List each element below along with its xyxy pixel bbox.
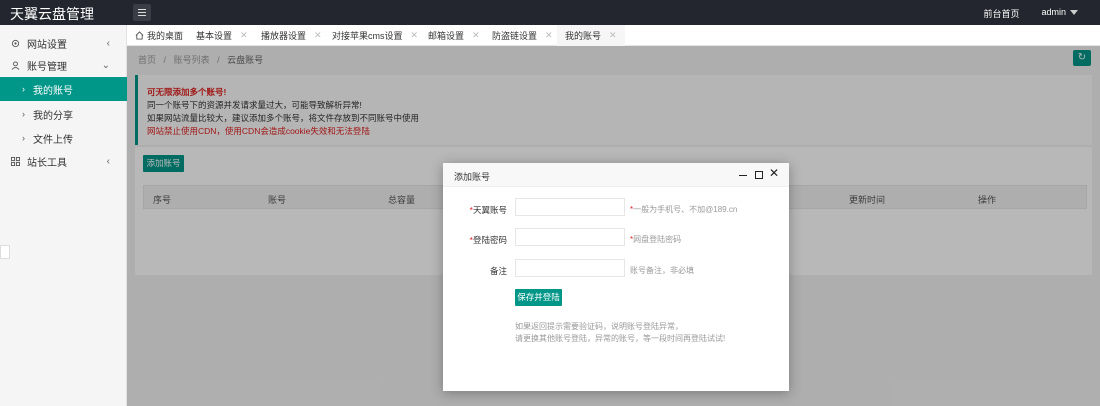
sidebar-item-label: 网站设置 bbox=[27, 39, 67, 51]
close-icon[interactable]: ✕ bbox=[240, 30, 248, 41]
close-icon[interactable]: ✕ bbox=[609, 30, 617, 41]
tab-bar: 我的桌面 基本设置 ✕ 播放器设置 ✕ 对接苹果cms设置 ✕ 邮箱设置 ✕ 防盗链设置… bbox=[127, 25, 1100, 46]
tab-label: 我的账号 bbox=[565, 31, 602, 41]
chevron-left-icon: ‹ bbox=[106, 155, 110, 167]
header-right: 前台首页 admin bbox=[983, 7, 1078, 20]
save-and-login-button[interactable]: 保存并登陆 bbox=[515, 289, 562, 306]
dialog-title: 添加账号 bbox=[443, 163, 789, 187]
home-link[interactable]: 前台首页 bbox=[983, 7, 1019, 20]
maximize-icon[interactable] bbox=[755, 171, 763, 179]
tab-email-settings[interactable]: 邮箱设置 ✕ bbox=[428, 25, 480, 46]
user-menu[interactable]: admin bbox=[1041, 7, 1078, 20]
close-icon[interactable]: ✕ bbox=[545, 30, 553, 41]
sidebar-item-webmaster-tools[interactable]: 站长工具 ‹ bbox=[0, 149, 127, 173]
minimize-icon[interactable] bbox=[739, 175, 747, 176]
sidebar-item-my-share[interactable]: › 我的分享 bbox=[0, 102, 127, 126]
app-logo[interactable]: 天翼云盘管理 bbox=[10, 4, 94, 24]
tab-hotlink-settings[interactable]: 防盗链设置 ✕ bbox=[492, 25, 553, 46]
close-icon[interactable]: ✕ bbox=[769, 167, 779, 179]
field-label-account: *天翼账号 bbox=[469, 205, 507, 215]
remark-input[interactable] bbox=[515, 259, 625, 277]
field-label-password: *登陆密码 bbox=[469, 235, 507, 245]
caret-down-icon bbox=[1070, 10, 1078, 16]
tab-label: 播放器设置 bbox=[261, 31, 307, 41]
tab-basic-settings[interactable]: 基本设置 ✕ bbox=[196, 25, 248, 46]
top-header: 天翼云盘管理 前台首页 admin bbox=[0, 0, 1100, 25]
sidebar-expand-handle[interactable] bbox=[0, 245, 10, 259]
tab-cms-settings[interactable]: 对接苹果cms设置 ✕ bbox=[332, 25, 418, 46]
sidebar-item-label: 文件上传 bbox=[33, 134, 73, 146]
remark-hint: 账号备注，非必填 bbox=[630, 266, 694, 275]
close-icon[interactable]: ✕ bbox=[472, 30, 480, 41]
chevron-right-icon: › bbox=[22, 109, 25, 119]
sidebar-item-file-upload[interactable]: › 文件上传 bbox=[0, 126, 127, 150]
chevron-right-icon: › bbox=[22, 133, 25, 143]
sidebar-item-label: 账号管理 bbox=[27, 61, 67, 73]
password-input[interactable] bbox=[515, 228, 625, 246]
sidebar-item-label: 我的账号 bbox=[33, 85, 73, 97]
dialog-note: 如果返回提示需要验证码，说明账号登陆异常， 请更换其他账号登陆，异常的账号，等一… bbox=[515, 322, 726, 343]
add-account-dialog: 添加账号 ✕ *天翼账号 *一般为手机号、不加@189.cn *登陆密码 *网盘… bbox=[443, 163, 789, 391]
grid-icon bbox=[11, 156, 20, 166]
account-hint: *一般为手机号、不加@189.cn bbox=[630, 205, 738, 214]
sidebar: 网站设置 ‹ 账号管理 ⌄ › 我的账号 › 我的分享 › 文件上传 站长工具 … bbox=[0, 25, 127, 406]
close-icon[interactable]: ✕ bbox=[314, 30, 322, 41]
user-icon bbox=[11, 60, 20, 70]
sidebar-item-label: 站长工具 bbox=[27, 157, 67, 169]
sidebar-item-site-settings[interactable]: 网站设置 ‹ bbox=[0, 31, 127, 55]
chevron-left-icon: ‹ bbox=[106, 37, 110, 49]
tab-label: 对接苹果cms设置 bbox=[332, 31, 403, 41]
tab-player-settings[interactable]: 播放器设置 ✕ bbox=[261, 25, 322, 46]
sidebar-item-my-account[interactable]: › 我的账号 bbox=[0, 77, 127, 101]
field-label-remark: 备注 bbox=[489, 266, 507, 276]
password-hint: *网盘登陆密码 bbox=[630, 235, 682, 244]
gear-icon bbox=[11, 39, 20, 47]
tab-my-desktop[interactable]: 我的桌面 bbox=[135, 25, 183, 46]
close-icon[interactable]: ✕ bbox=[411, 30, 419, 41]
tab-label: 基本设置 bbox=[196, 31, 233, 41]
menu-toggle-button[interactable] bbox=[133, 4, 151, 21]
user-name: admin bbox=[1041, 7, 1066, 17]
tab-label: 我的桌面 bbox=[147, 31, 184, 41]
account-input[interactable] bbox=[515, 198, 625, 216]
menu-icon bbox=[138, 9, 146, 10]
tab-label: 邮箱设置 bbox=[428, 31, 465, 41]
tab-label: 防盗链设置 bbox=[492, 31, 538, 41]
tab-my-account[interactable]: 我的账号 ✕ bbox=[557, 25, 625, 46]
sidebar-item-account-management[interactable]: 账号管理 ⌄ bbox=[0, 53, 127, 77]
chevron-down-icon: ⌄ bbox=[101, 59, 110, 71]
home-icon bbox=[135, 31, 144, 40]
sidebar-item-label: 我的分享 bbox=[33, 110, 73, 122]
chevron-right-icon: › bbox=[22, 84, 25, 94]
